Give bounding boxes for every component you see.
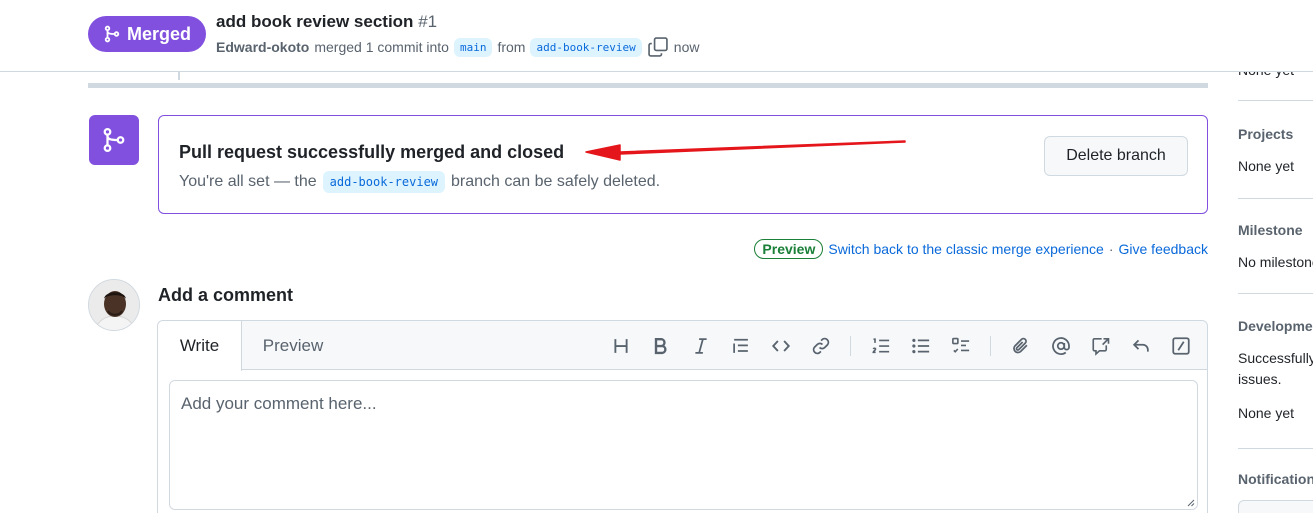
merge-time: now (673, 39, 700, 55)
give-feedback-link[interactable]: Give feedback (1119, 241, 1209, 257)
italic-icon[interactable] (689, 334, 713, 358)
pr-title-text: add book review section (216, 12, 414, 31)
sidebar-divider (1238, 100, 1313, 101)
merged-status-badge: Merged (88, 16, 206, 52)
preview-badge: Preview (754, 239, 824, 259)
numbered-list-icon[interactable] (869, 334, 893, 358)
toolbar-separator (850, 336, 851, 356)
sidebar-notifications: Notifications (1238, 471, 1313, 487)
sidebar-development-text: Successfully merging this pull request m… (1238, 350, 1313, 366)
pull-request-page: Merged add book review section #1 Edward… (0, 0, 1313, 513)
tab-write[interactable]: Write (158, 321, 242, 371)
pr-title: add book review section #1 (216, 12, 437, 32)
base-branch-label[interactable]: main (453, 37, 493, 57)
toolbar-separator (990, 336, 991, 356)
sidebar-divider (1238, 198, 1313, 199)
mention-icon[interactable] (1049, 334, 1073, 358)
sidebar-development-text-2: issues. (1238, 371, 1282, 387)
sidebar-milestone: Milestone No milestone (1238, 222, 1313, 270)
notifications-subscribe-button[interactable] (1238, 500, 1313, 513)
merge-status-description: You're all set — the add-book-review bra… (179, 171, 660, 193)
pr-number: #1 (418, 12, 438, 31)
merged-timeline-icon (89, 115, 139, 165)
sidebar-development-value: None yet (1238, 405, 1295, 421)
sidebar-projects-heading[interactable]: Projects (1238, 126, 1313, 142)
slash-command-icon[interactable] (1169, 334, 1193, 358)
copy-icon[interactable] (647, 36, 669, 58)
resize-handle-icon[interactable] (1186, 498, 1195, 507)
tab-preview[interactable]: Preview (242, 321, 344, 370)
sidebar-milestone-heading[interactable]: Milestone (1238, 222, 1313, 238)
timeline-end-divider (88, 83, 1208, 88)
head-branch-label[interactable]: add-book-review (530, 37, 642, 57)
code-icon[interactable] (769, 334, 793, 358)
sidebar-development-heading[interactable]: Development (1238, 318, 1313, 334)
merge-desc-after: branch can be safely deleted. (451, 173, 661, 190)
delete-branch-button[interactable]: Delete branch (1044, 136, 1188, 176)
from-text: from (497, 39, 526, 55)
merged-status-label: Merged (126, 23, 191, 44)
heading-icon[interactable] (609, 334, 633, 358)
sidebar-notifications-heading: Notifications (1238, 471, 1313, 487)
merge-status-title: Pull request successfully merged and clo… (179, 142, 565, 162)
add-comment-heading: Add a comment (158, 285, 294, 305)
sidebar-divider (1238, 293, 1313, 294)
merged-text: merged 1 commit into (314, 39, 449, 55)
pr-author-link[interactable]: Edward-okoto (216, 39, 309, 55)
pr-merge-meta: Edward-okoto merged 1 commit into main f… (216, 36, 699, 58)
sidebar-projects: Projects None yet (1238, 126, 1313, 174)
avatar[interactable] (88, 279, 140, 331)
git-merge-icon (103, 127, 125, 153)
deletable-branch-label[interactable]: add-book-review (322, 171, 446, 193)
editor-toolbar: Write Preview (158, 321, 1207, 371)
cross-reference-icon[interactable] (1089, 334, 1113, 358)
git-merge-icon (104, 25, 120, 43)
timeline-line (178, 72, 180, 80)
pr-sticky-header: Merged add book review section #1 Edward… (0, 0, 1313, 72)
sidebar-milestone-value: No milestone (1238, 254, 1313, 270)
comment-editor: Write Preview (157, 320, 1208, 513)
merge-experience-preview-bar: Preview Switch back to the classic merge… (754, 237, 1208, 261)
sidebar-projects-value: None yet (1238, 158, 1295, 174)
sidebar-divider (1238, 448, 1313, 449)
bold-icon[interactable] (649, 334, 673, 358)
comment-textarea[interactable] (169, 380, 1198, 510)
saved-reply-icon[interactable] (1129, 334, 1153, 358)
merge-desc-before: You're all set — the (179, 173, 317, 190)
sidebar-development: Development Successfully merging this pu… (1238, 318, 1313, 421)
unordered-list-icon[interactable] (909, 334, 933, 358)
annotation-arrow (585, 140, 906, 161)
pr-sidebar: None yet Projects None yet Milestone No … (1238, 0, 1313, 513)
link-icon[interactable] (809, 334, 833, 358)
quote-icon[interactable] (729, 334, 753, 358)
switch-classic-merge-link[interactable]: Switch back to the classic merge experie… (828, 241, 1103, 257)
link-separator: · (1108, 241, 1114, 257)
attach-icon[interactable] (1009, 334, 1033, 358)
task-list-icon[interactable] (949, 334, 973, 358)
